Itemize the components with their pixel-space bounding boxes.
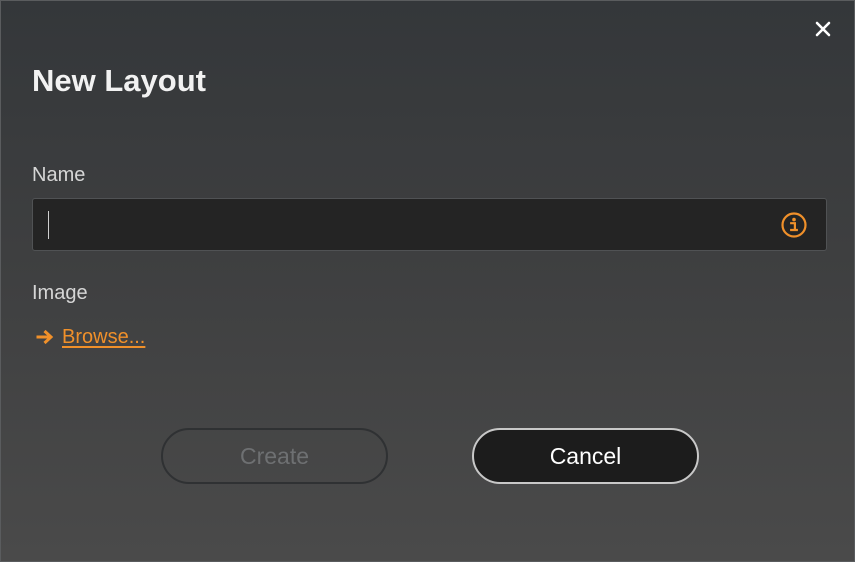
new-layout-dialog: New Layout Name Image Browse... Create C… <box>0 0 855 562</box>
dialog-title: New Layout <box>32 63 206 98</box>
name-field-container <box>32 198 827 251</box>
arrow-right-icon <box>36 329 54 345</box>
name-input[interactable] <box>45 207 765 242</box>
image-label: Image <box>32 282 88 304</box>
create-button[interactable]: Create <box>161 428 388 484</box>
text-caret <box>48 211 49 239</box>
close-button[interactable] <box>809 15 837 43</box>
close-icon <box>815 21 831 37</box>
cancel-button[interactable]: Cancel <box>472 428 699 484</box>
info-icon[interactable] <box>780 211 808 239</box>
browse-link[interactable]: Browse... <box>62 324 145 350</box>
name-label: Name <box>32 164 86 186</box>
browse-link-container[interactable]: Browse... <box>35 324 145 350</box>
